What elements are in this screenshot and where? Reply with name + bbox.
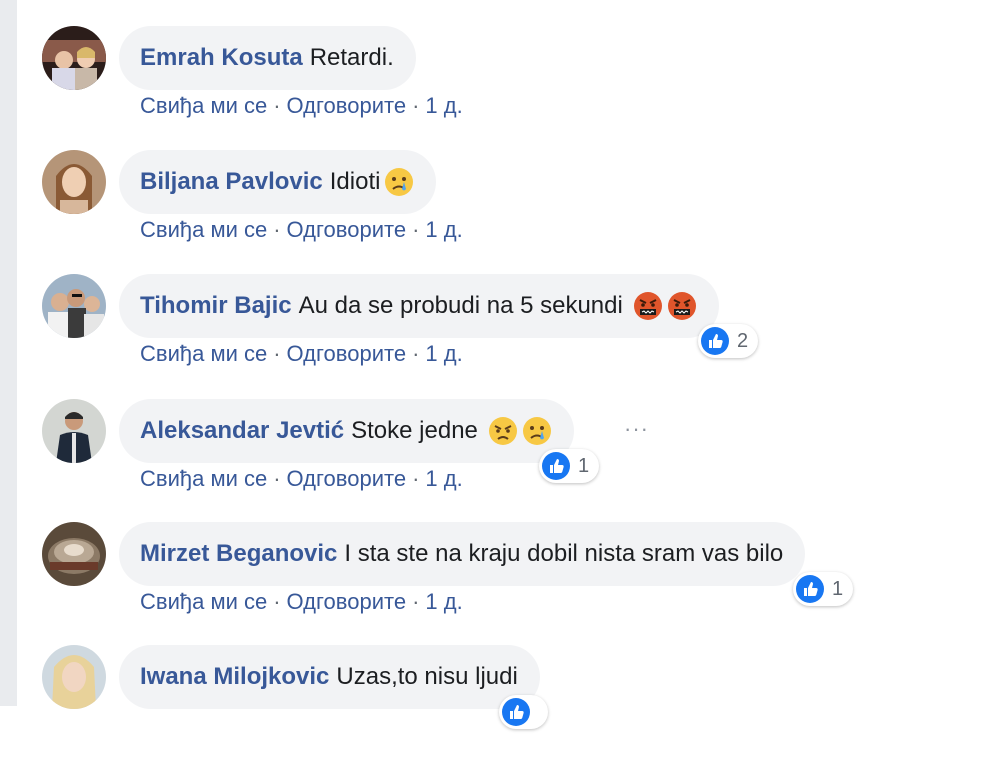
angry-face-icon: [488, 416, 518, 446]
comment: Aleksandar Jevtić Stoke jedne ··· 1 Свиђ…: [0, 399, 1000, 523]
comment-actions: Свиђа ми се · Одговорите · 1 д.: [140, 217, 463, 243]
comment-text: I sta ste na kraju dobil nista sram vas …: [344, 540, 784, 567]
reaction-count: 1: [578, 454, 590, 477]
timestamp-link[interactable]: 1 д.: [425, 589, 462, 614]
comment: Mirzet Beganovic I sta ste na kraju dobi…: [0, 522, 1000, 646]
cursing-face-icon: [667, 291, 697, 321]
separator: ·: [412, 589, 420, 614]
reaction-count: 2: [737, 329, 749, 352]
reply-link[interactable]: Одговорите: [287, 341, 407, 366]
cursing-face-icon: [633, 291, 663, 321]
separator: ·: [273, 93, 281, 118]
separator: ·: [412, 341, 420, 366]
separator: ·: [273, 466, 281, 491]
timestamp-link[interactable]: 1 д.: [425, 93, 462, 118]
avatar[interactable]: [42, 645, 106, 709]
separator: ·: [412, 466, 420, 491]
comment: Iwana Milojkovic Uzas,to nisu ljudi: [0, 645, 1000, 769]
avatar[interactable]: [42, 274, 106, 338]
comment-author[interactable]: Mirzet Beganovic: [140, 540, 337, 568]
comment-author[interactable]: Aleksandar Jevtić: [140, 417, 344, 445]
reply-link[interactable]: Одговорите: [287, 217, 407, 242]
timestamp-link[interactable]: 1 д.: [425, 341, 462, 366]
comment-actions: Свиђа ми се · Одговорите · 1 д.: [140, 341, 463, 367]
comment-actions: Свиђа ми се · Одговорите · 1 д.: [140, 93, 463, 119]
like-link[interactable]: Свиђа ми се: [140, 589, 267, 614]
reaction-count: 1: [832, 577, 844, 600]
comment: Biljana Pavlovic Idioti Свиђа ми се · Одго…: [0, 150, 1000, 274]
avatar[interactable]: [42, 522, 106, 586]
separator: ·: [273, 217, 281, 242]
comment-author[interactable]: Iwana Milojkovic: [140, 663, 329, 691]
comment-author[interactable]: Emrah Kosuta: [140, 44, 303, 72]
comment-actions: Свиђа ми се · Одговорите · 1 д.: [140, 466, 463, 492]
comment-text: Idioti: [329, 168, 381, 195]
timestamp-link[interactable]: 1 д.: [425, 217, 462, 242]
reaction-count-badge[interactable]: 1: [793, 572, 854, 606]
crying-face-icon: [384, 167, 414, 197]
comment-author[interactable]: Biljana Pavlovic: [140, 168, 323, 196]
comment: Tihomir Bajic Au da se probudi na 5 seku…: [0, 274, 1000, 398]
like-icon: [796, 575, 824, 603]
comment-text: Retardi.: [309, 44, 394, 71]
comment-bubble: Tihomir Bajic Au da se probudi na 5 seku…: [119, 274, 719, 338]
avatar[interactable]: [42, 150, 106, 214]
reply-link[interactable]: Одговорите: [287, 466, 407, 491]
like-icon: [502, 698, 530, 726]
timestamp-link[interactable]: 1 д.: [425, 466, 462, 491]
like-icon: [542, 452, 570, 480]
reaction-count-badge[interactable]: 1: [539, 449, 600, 483]
comment-text: Uzas,to nisu ljudi: [336, 663, 518, 690]
avatar[interactable]: [42, 26, 106, 90]
crying-face-icon: [522, 416, 552, 446]
avatar[interactable]: [42, 399, 106, 463]
separator: ·: [273, 589, 281, 614]
comment-bubble: Emrah Kosuta Retardi.: [119, 26, 416, 90]
like-link[interactable]: Свиђа ми се: [140, 466, 267, 491]
reaction-count-badge[interactable]: [499, 695, 548, 729]
comment: Emrah Kosuta Retardi. Свиђа ми се · Одгово…: [0, 26, 1000, 150]
like-link[interactable]: Свиђа ми се: [140, 93, 267, 118]
more-options-icon[interactable]: ···: [624, 418, 654, 440]
like-link[interactable]: Свиђа ми се: [140, 217, 267, 242]
separator: ·: [412, 217, 420, 242]
comment-actions: Свиђа ми се · Одговорите · 1 д.: [140, 589, 463, 615]
reply-link[interactable]: Одговорите: [287, 93, 407, 118]
comment-bubble: Biljana Pavlovic Idioti: [119, 150, 437, 214]
reaction-count-badge[interactable]: 2: [698, 324, 759, 358]
comment-bubble: Mirzet Beganovic I sta ste na kraju dobi…: [119, 522, 806, 586]
separator: ·: [273, 341, 281, 366]
comment-author[interactable]: Tihomir Bajic: [140, 292, 292, 320]
comment-bubble: Iwana Milojkovic Uzas,to nisu ljudi: [119, 645, 540, 709]
comment-text: Stoke jedne: [351, 417, 478, 444]
like-icon: [701, 327, 729, 355]
comment-bubble: Aleksandar Jevtić Stoke jedne: [119, 399, 574, 463]
comment-text: Au da se probudi na 5 sekundi: [298, 292, 623, 319]
like-link[interactable]: Свиђа ми се: [140, 341, 267, 366]
separator: ·: [412, 93, 420, 118]
reply-link[interactable]: Одговорите: [287, 589, 407, 614]
